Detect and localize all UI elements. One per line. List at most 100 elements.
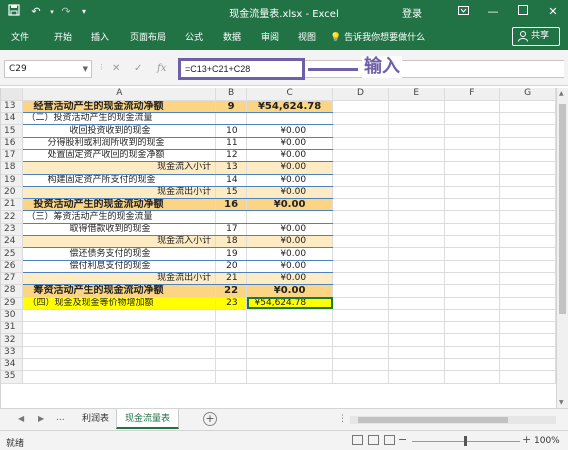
cell-b[interactable]	[215, 321, 248, 335]
cell-c[interactable]	[246, 309, 334, 323]
empty-cell[interactable]	[444, 100, 501, 114]
empty-cell[interactable]	[444, 333, 501, 347]
cell-b[interactable]: 11	[215, 137, 248, 150]
cell-b[interactable]: 22	[215, 284, 248, 298]
empty-cell[interactable]	[499, 309, 556, 323]
cell-c[interactable]: ¥0.00	[246, 161, 334, 175]
row-header[interactable]: 24	[1, 235, 24, 249]
empty-cell[interactable]	[332, 124, 389, 138]
scroll-up-icon[interactable]: ▲	[559, 90, 564, 97]
empty-cell[interactable]	[388, 198, 445, 212]
row-header[interactable]: 33	[1, 346, 24, 360]
spreadsheet-grid[interactable]: A B C D E F G 13 经营活动产生的现金流动净额 9 ¥54,624.78…	[0, 88, 556, 408]
column-header[interactable]: B	[215, 88, 248, 101]
zoom-out-icon[interactable]: −	[398, 433, 407, 446]
cell-b[interactable]: 17	[215, 223, 248, 237]
formula-input[interactable]: =C13+C21+C28	[178, 58, 305, 80]
empty-cell[interactable]	[499, 149, 556, 163]
empty-cell[interactable]	[444, 358, 501, 372]
cell-b[interactable]: 12	[215, 149, 248, 163]
tab-file[interactable]: 文件	[11, 30, 29, 43]
empty-cell[interactable]	[388, 112, 445, 126]
empty-cell[interactable]	[499, 235, 556, 249]
empty-cell[interactable]	[499, 210, 556, 224]
empty-cell[interactable]	[388, 174, 445, 187]
cell-c[interactable]: ¥0.00	[246, 137, 334, 150]
empty-cell[interactable]	[388, 297, 445, 310]
empty-cell[interactable]	[499, 284, 556, 298]
cell-a[interactable]: 偿还债务支付的现金	[22, 247, 217, 261]
empty-cell[interactable]	[444, 284, 501, 298]
column-header[interactable]: E	[388, 88, 445, 101]
empty-cell[interactable]	[444, 149, 501, 163]
cell-a[interactable]: 偿付利息支付的现金	[22, 260, 217, 273]
cell-a[interactable]	[22, 358, 217, 372]
empty-cell[interactable]	[499, 333, 556, 347]
empty-cell[interactable]	[444, 210, 501, 224]
cell-c[interactable]: ¥0.00	[246, 235, 334, 249]
empty-cell[interactable]	[444, 112, 501, 126]
cell-b[interactable]	[215, 370, 248, 384]
cell-a[interactable]: 取得借款收到的现金	[22, 223, 217, 237]
empty-cell[interactable]	[388, 321, 445, 335]
row-header[interactable]: 13	[1, 100, 24, 114]
empty-cell[interactable]	[388, 161, 445, 175]
sheet-next-icon[interactable]: ▶	[38, 414, 44, 423]
row-header[interactable]: 28	[1, 284, 24, 298]
cell-a[interactable]: （三）筹资活动产生的现金流量	[22, 210, 217, 224]
column-header[interactable]: C	[246, 88, 334, 101]
empty-cell[interactable]	[499, 321, 556, 335]
empty-cell[interactable]	[499, 370, 556, 384]
empty-cell[interactable]	[388, 272, 445, 286]
cell-a[interactable]: 处置固定资产收回的现金净额	[22, 149, 217, 163]
empty-cell[interactable]	[499, 358, 556, 372]
empty-cell[interactable]	[332, 309, 389, 323]
scroll-down-icon[interactable]: ▼	[559, 399, 564, 406]
empty-cell[interactable]	[332, 100, 389, 114]
tab-review[interactable]: 审阅	[261, 30, 279, 43]
cell-c[interactable]: ¥0.00	[246, 223, 334, 237]
zoom-level[interactable]: 100%	[534, 436, 560, 446]
empty-cell[interactable]	[332, 149, 389, 163]
empty-cell[interactable]	[499, 223, 556, 237]
cell-a[interactable]	[22, 309, 217, 323]
empty-cell[interactable]	[444, 161, 501, 175]
empty-cell[interactable]	[499, 100, 556, 114]
cell-a[interactable]: 收回投资收到的现金	[22, 124, 217, 138]
cancel-icon[interactable]: ✕	[112, 63, 120, 74]
cell-b[interactable]	[215, 358, 248, 372]
empty-cell[interactable]	[499, 112, 556, 126]
cell-b[interactable]: 23	[215, 297, 248, 310]
empty-cell[interactable]	[332, 370, 389, 384]
cell-a[interactable]: 现金流入小计	[22, 161, 217, 175]
sheet-tab-profit[interactable]: 利润表	[74, 409, 117, 429]
row-header[interactable]: 27	[1, 272, 24, 286]
empty-cell[interactable]	[388, 370, 445, 384]
cell-c[interactable]	[246, 210, 334, 224]
cell-a[interactable]: 现金流出小计	[22, 272, 217, 286]
empty-cell[interactable]	[388, 346, 445, 360]
tab-formulas[interactable]: 公式	[185, 30, 203, 43]
empty-cell[interactable]	[332, 260, 389, 273]
close-icon[interactable]: ✕	[538, 0, 568, 24]
empty-cell[interactable]	[388, 124, 445, 138]
empty-cell[interactable]	[444, 370, 501, 384]
empty-cell[interactable]	[499, 297, 556, 310]
empty-cell[interactable]	[444, 137, 501, 150]
row-header[interactable]: 16	[1, 137, 24, 150]
empty-cell[interactable]	[444, 247, 501, 261]
empty-cell[interactable]	[499, 137, 556, 150]
row-header[interactable]: 15	[1, 124, 24, 138]
cell-c[interactable]: ¥0.00	[246, 198, 334, 212]
cell-a[interactable]: 构建固定资产所支付的现金	[22, 174, 217, 187]
enter-icon[interactable]: ✓	[134, 63, 142, 74]
ribbon-display-icon[interactable]	[448, 0, 478, 24]
row-header[interactable]: 34	[1, 358, 24, 372]
row-header[interactable]: 32	[1, 333, 24, 347]
empty-cell[interactable]	[499, 247, 556, 261]
tab-insert[interactable]: 插入	[91, 30, 109, 43]
cell-b[interactable]: 16	[215, 198, 248, 212]
cell-b[interactable]: 18	[215, 235, 248, 249]
empty-cell[interactable]	[388, 235, 445, 249]
cell-a[interactable]: 经营活动产生的现金流动净额	[22, 100, 217, 114]
